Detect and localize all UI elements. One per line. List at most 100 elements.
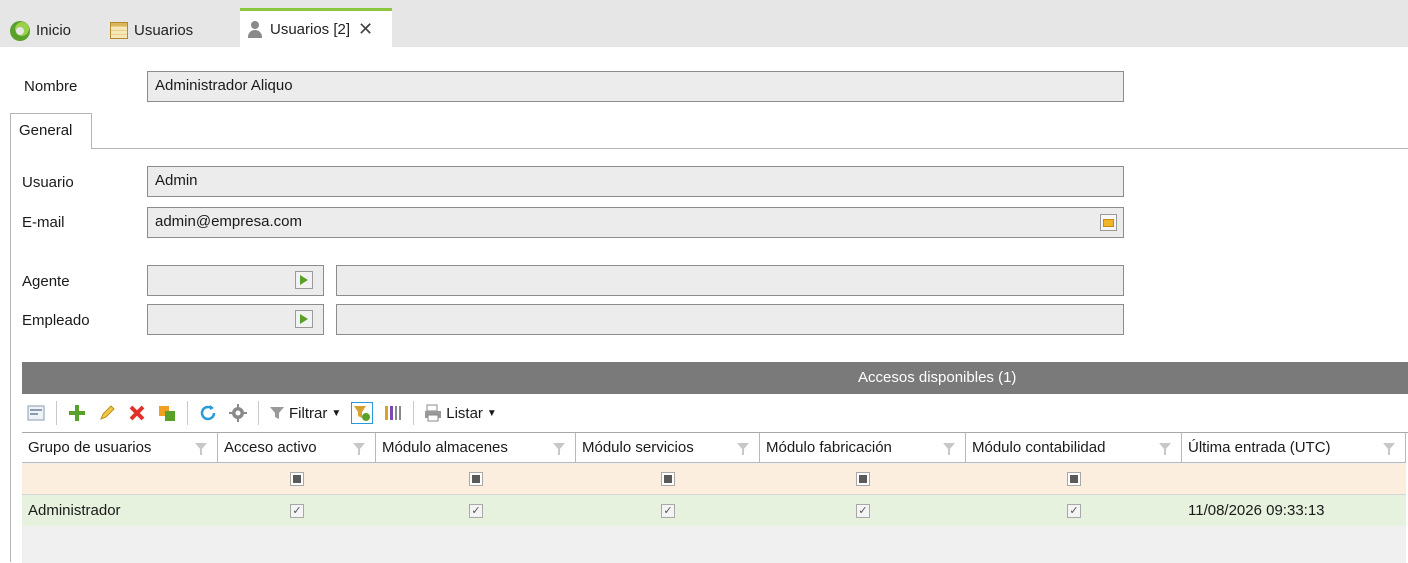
user-icon <box>246 20 264 38</box>
nombre-label: Nombre <box>24 78 78 95</box>
close-icon[interactable]: ✕ <box>358 19 373 40</box>
empleado-name-field[interactable] <box>336 304 1124 335</box>
filter-icon[interactable] <box>195 443 207 455</box>
filter-apply-icon[interactable] <box>351 402 374 424</box>
filter-icon[interactable] <box>353 443 365 455</box>
filter-button[interactable]: Filtrar ▼ <box>269 405 341 422</box>
filter-icon[interactable] <box>737 443 749 455</box>
tab-label: Usuarios [2] <box>270 20 351 38</box>
column-header-contabilidad[interactable]: Módulo contabilidad <box>966 433 1182 462</box>
filter-cell[interactable] <box>760 464 966 494</box>
cell-modulo-almacenes[interactable]: ✓ <box>376 495 576 526</box>
filter-icon[interactable] <box>1159 443 1171 455</box>
list-button[interactable]: Listar ▼ <box>424 404 497 422</box>
empleado-label: Empleado <box>22 312 90 329</box>
indeterminate-checkbox[interactable] <box>856 472 870 486</box>
column-header-almacenes[interactable]: Módulo almacenes <box>376 433 576 462</box>
edit-icon[interactable] <box>97 403 117 423</box>
cell-modulo-contabilidad[interactable]: ✓ <box>966 495 1182 526</box>
email-label: E-mail <box>22 214 65 231</box>
refresh-icon[interactable] <box>198 403 218 423</box>
checkmark-icon[interactable]: ✓ <box>661 503 675 518</box>
grid-filter-row <box>22 464 1406 494</box>
toolbar-separator <box>413 401 415 425</box>
filter-cell[interactable] <box>376 464 576 494</box>
column-header-ultima-entrada[interactable]: Última entrada (UTC) <box>1182 433 1406 462</box>
tab-label: Inicio <box>36 22 72 39</box>
document-tab-strip: Inicio Usuarios Usuarios [2] ✕ <box>0 0 1408 47</box>
column-header-servicios[interactable]: Módulo servicios <box>576 433 760 462</box>
empleado-go-button[interactable] <box>295 310 313 328</box>
cell-ultima-entrada[interactable]: 11/08/2026 09:33:13 <box>1182 495 1406 526</box>
grid-header-row: Grupo de usuarios Acceso activo Módulo a… <box>22 433 1406 463</box>
toolbar-separator <box>258 401 259 425</box>
send-mail-button[interactable] <box>1100 214 1117 231</box>
cell-modulo-servicios[interactable]: ✓ <box>576 495 760 526</box>
form-view-icon[interactable] <box>26 403 46 423</box>
column-header-label: Módulo servicios <box>582 439 694 456</box>
gear-icon[interactable] <box>228 403 248 423</box>
agente-name-field[interactable] <box>336 265 1124 296</box>
arrow-right-icon <box>300 275 308 285</box>
accesos-grid: Grupo de usuarios Acceso activo Módulo a… <box>22 432 1408 563</box>
filter-cell[interactable] <box>966 464 1182 494</box>
email-field[interactable]: admin@empresa.com <box>147 207 1124 238</box>
column-header-grupo[interactable]: Grupo de usuarios <box>22 433 218 462</box>
tab-usuarios-2[interactable]: Usuarios [2] ✕ <box>240 8 392 47</box>
indeterminate-checkbox[interactable] <box>290 472 304 486</box>
duplicate-icon[interactable] <box>157 403 177 423</box>
add-icon[interactable] <box>67 403 87 423</box>
columns-icon[interactable] <box>383 403 403 423</box>
tab-general[interactable]: General <box>10 113 92 149</box>
filter-cell[interactable] <box>218 464 376 494</box>
agente-label: Agente <box>22 273 70 290</box>
column-header-label: Acceso activo <box>224 439 317 456</box>
grid-toolbar: Filtrar ▼ Listar ▼ <box>22 394 1408 432</box>
checkmark-icon[interactable]: ✓ <box>469 503 483 518</box>
inicio-icon <box>10 20 30 41</box>
tab-label: Usuarios <box>134 22 194 39</box>
filter-icon[interactable] <box>943 443 955 455</box>
section-border <box>10 148 11 562</box>
usuario-field[interactable]: Admin <box>147 166 1124 197</box>
nombre-field[interactable]: Administrador Aliquo <box>147 71 1124 102</box>
list-label: Listar <box>446 404 483 422</box>
tab-usuarios[interactable]: Usuarios <box>110 8 193 47</box>
filter-icon[interactable] <box>553 443 565 455</box>
cell-grupo[interactable]: Administrador <box>22 495 218 526</box>
indeterminate-checkbox[interactable] <box>661 472 675 486</box>
indeterminate-checkbox[interactable] <box>469 472 483 486</box>
column-header-label: Módulo fabricación <box>766 439 892 456</box>
tab-divider <box>92 148 1408 149</box>
checkmark-icon[interactable]: ✓ <box>290 503 304 518</box>
column-header-label: Última entrada (UTC) <box>1188 439 1331 456</box>
column-header-fabricacion[interactable]: Módulo fabricación <box>760 433 966 462</box>
tab-inicio[interactable]: Inicio <box>10 8 71 47</box>
panel-header: Accesos disponibles (1) <box>22 362 1408 394</box>
usuario-label: Usuario <box>22 174 74 191</box>
filter-cell[interactable] <box>576 464 760 494</box>
cell-modulo-fabricacion[interactable]: ✓ <box>760 495 966 526</box>
chevron-down-icon: ▼ <box>486 407 497 419</box>
grid-icon <box>110 22 128 39</box>
toolbar-separator <box>187 401 188 425</box>
column-header-label: Grupo de usuarios <box>28 439 152 456</box>
print-icon <box>425 404 442 422</box>
filter-cell[interactable] <box>1182 464 1406 494</box>
agente-go-button[interactable] <box>295 271 313 289</box>
table-row[interactable]: Administrador ✓ ✓ ✓ ✓ ✓ 11/08/2026 09:33… <box>22 494 1406 526</box>
filter-icon <box>270 407 284 419</box>
envelope-icon <box>1103 218 1114 227</box>
grid-body: Grupo de usuarios Acceso activo Módulo a… <box>22 433 1406 563</box>
cell-acceso-activo[interactable]: ✓ <box>218 495 376 526</box>
column-header-label: Módulo almacenes <box>382 439 508 456</box>
column-header-label: Módulo contabilidad <box>972 439 1106 456</box>
filter-icon[interactable] <box>1383 443 1395 455</box>
checkmark-icon[interactable]: ✓ <box>1067 503 1081 518</box>
checkmark-icon[interactable]: ✓ <box>856 503 870 518</box>
delete-icon[interactable] <box>127 403 147 423</box>
toolbar-separator <box>56 401 57 425</box>
filter-cell[interactable] <box>22 464 218 494</box>
column-header-acceso[interactable]: Acceso activo <box>218 433 376 462</box>
indeterminate-checkbox[interactable] <box>1067 472 1081 486</box>
